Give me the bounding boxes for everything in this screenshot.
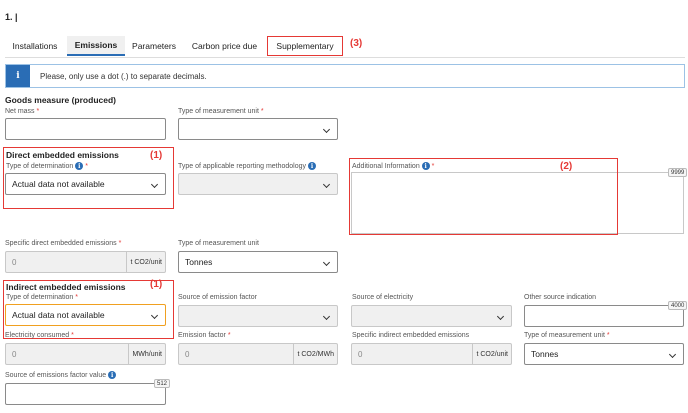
direct-unit-label: Type of measurement unit (178, 240, 259, 247)
source-factor-label: Source of emission factor (178, 294, 257, 301)
direct-determination-select[interactable]: Actual data not available (5, 173, 166, 195)
net-mass-label: Net mass * (5, 108, 40, 115)
specific-indirect-value: 0 (358, 349, 363, 359)
factor-value-label: Source of emissions factor value i (5, 371, 117, 379)
net-mass-input[interactable] (5, 118, 166, 140)
methodology-label: Type of applicable reporting methodology… (178, 162, 316, 170)
indirect-unit-select[interactable]: Tonnes (524, 343, 684, 365)
tab-installations[interactable]: Installations (5, 36, 65, 56)
tab-emissions[interactable]: Emissions (67, 36, 125, 56)
electricity-value: 0 (12, 349, 17, 359)
direct-unit-select[interactable]: Tonnes (178, 251, 338, 273)
annotation-1-direct: (1) (150, 150, 163, 161)
electricity-label: Electricity consumed * (5, 332, 74, 339)
methodology-select[interactable] (178, 173, 338, 195)
chevron-down-icon (496, 312, 505, 321)
electricity-input[interactable]: 0 MWh/unit (5, 343, 166, 365)
unit-label: t CO2/MWh (293, 344, 337, 364)
tab-parameters[interactable]: Parameters (128, 36, 180, 56)
required-marker: * (71, 332, 74, 339)
required-marker: * (118, 240, 122, 247)
required-marker: * (227, 332, 231, 339)
required-marker: * (606, 332, 610, 339)
unit-label: MWh/unit (128, 344, 165, 364)
chevron-down-icon (150, 311, 159, 320)
direct-heading: Direct embedded emissions (6, 150, 119, 160)
info-text: Please, only use a dot (.) to separate d… (40, 71, 207, 81)
goods-unit-select[interactable] (178, 118, 338, 140)
page-title: 1. | (5, 12, 18, 22)
goods-unit-label: Type of measurement unit * (178, 108, 264, 115)
source-factor-select[interactable] (178, 305, 338, 327)
specific-direct-value: 0 (12, 257, 17, 267)
unit-label: t CO2/unit (472, 344, 511, 364)
specific-direct-input[interactable]: 0 t CO2/unit (5, 251, 166, 273)
source-electricity-select[interactable] (351, 305, 512, 327)
required-marker: * (260, 108, 264, 115)
chevron-down-icon (322, 258, 331, 267)
annotation-1-indirect: (1) (150, 279, 163, 290)
other-source-input[interactable] (524, 305, 684, 327)
info-icon: i (6, 65, 30, 87)
specific-indirect-label: Specific indirect embedded emissions (352, 332, 470, 339)
chevron-down-icon (668, 350, 677, 359)
indirect-determination-label: Type of determination * (6, 294, 79, 301)
indirect-unit-label: Type of measurement unit * (524, 332, 610, 339)
char-counter: 9999 (668, 168, 688, 177)
chevron-down-icon (322, 312, 331, 321)
source-electricity-label: Source of electricity (352, 294, 414, 301)
char-counter: 512 (154, 379, 171, 388)
emission-factor-value: 0 (185, 349, 190, 359)
indirect-determination-select[interactable]: Actual data not available (5, 304, 166, 326)
info-icon: i (75, 162, 84, 170)
annotation-2: (2) (560, 161, 573, 172)
goods-measure-heading: Goods measure (produced) (5, 95, 116, 105)
chevron-down-icon (322, 125, 331, 134)
direct-determination-label: Type of determination i * (6, 162, 88, 170)
factor-value-input[interactable] (5, 383, 166, 405)
required-marker: * (85, 162, 88, 170)
other-source-label: Other source indication (524, 294, 596, 301)
chevron-down-icon (150, 180, 159, 189)
emission-factor-input[interactable]: 0 t CO2/MWh (178, 343, 338, 365)
tab-carbon-price-due[interactable]: Carbon price due (186, 36, 263, 56)
highlight-additional-info (349, 158, 618, 235)
emission-factor-label: Emission factor * (178, 332, 231, 339)
info-icon: i (307, 162, 316, 170)
info-icon: i (108, 371, 117, 379)
annotation-3: (3) (350, 38, 363, 49)
specific-direct-label: Specific direct embedded emissions * (5, 240, 122, 247)
tabs-divider (5, 57, 685, 58)
info-banner: i Please, only use a dot (.) to separate… (5, 64, 685, 88)
indirect-heading: Indirect embedded emissions (6, 282, 126, 292)
unit-label: t CO2/unit (126, 252, 165, 272)
char-counter: 4000 (668, 301, 688, 310)
specific-indirect-input[interactable]: 0 t CO2/unit (351, 343, 512, 365)
chevron-down-icon (322, 180, 331, 189)
required-marker: * (75, 294, 79, 301)
tab-supplementary[interactable]: Supplementary (267, 36, 343, 56)
required-marker: * (36, 108, 40, 115)
